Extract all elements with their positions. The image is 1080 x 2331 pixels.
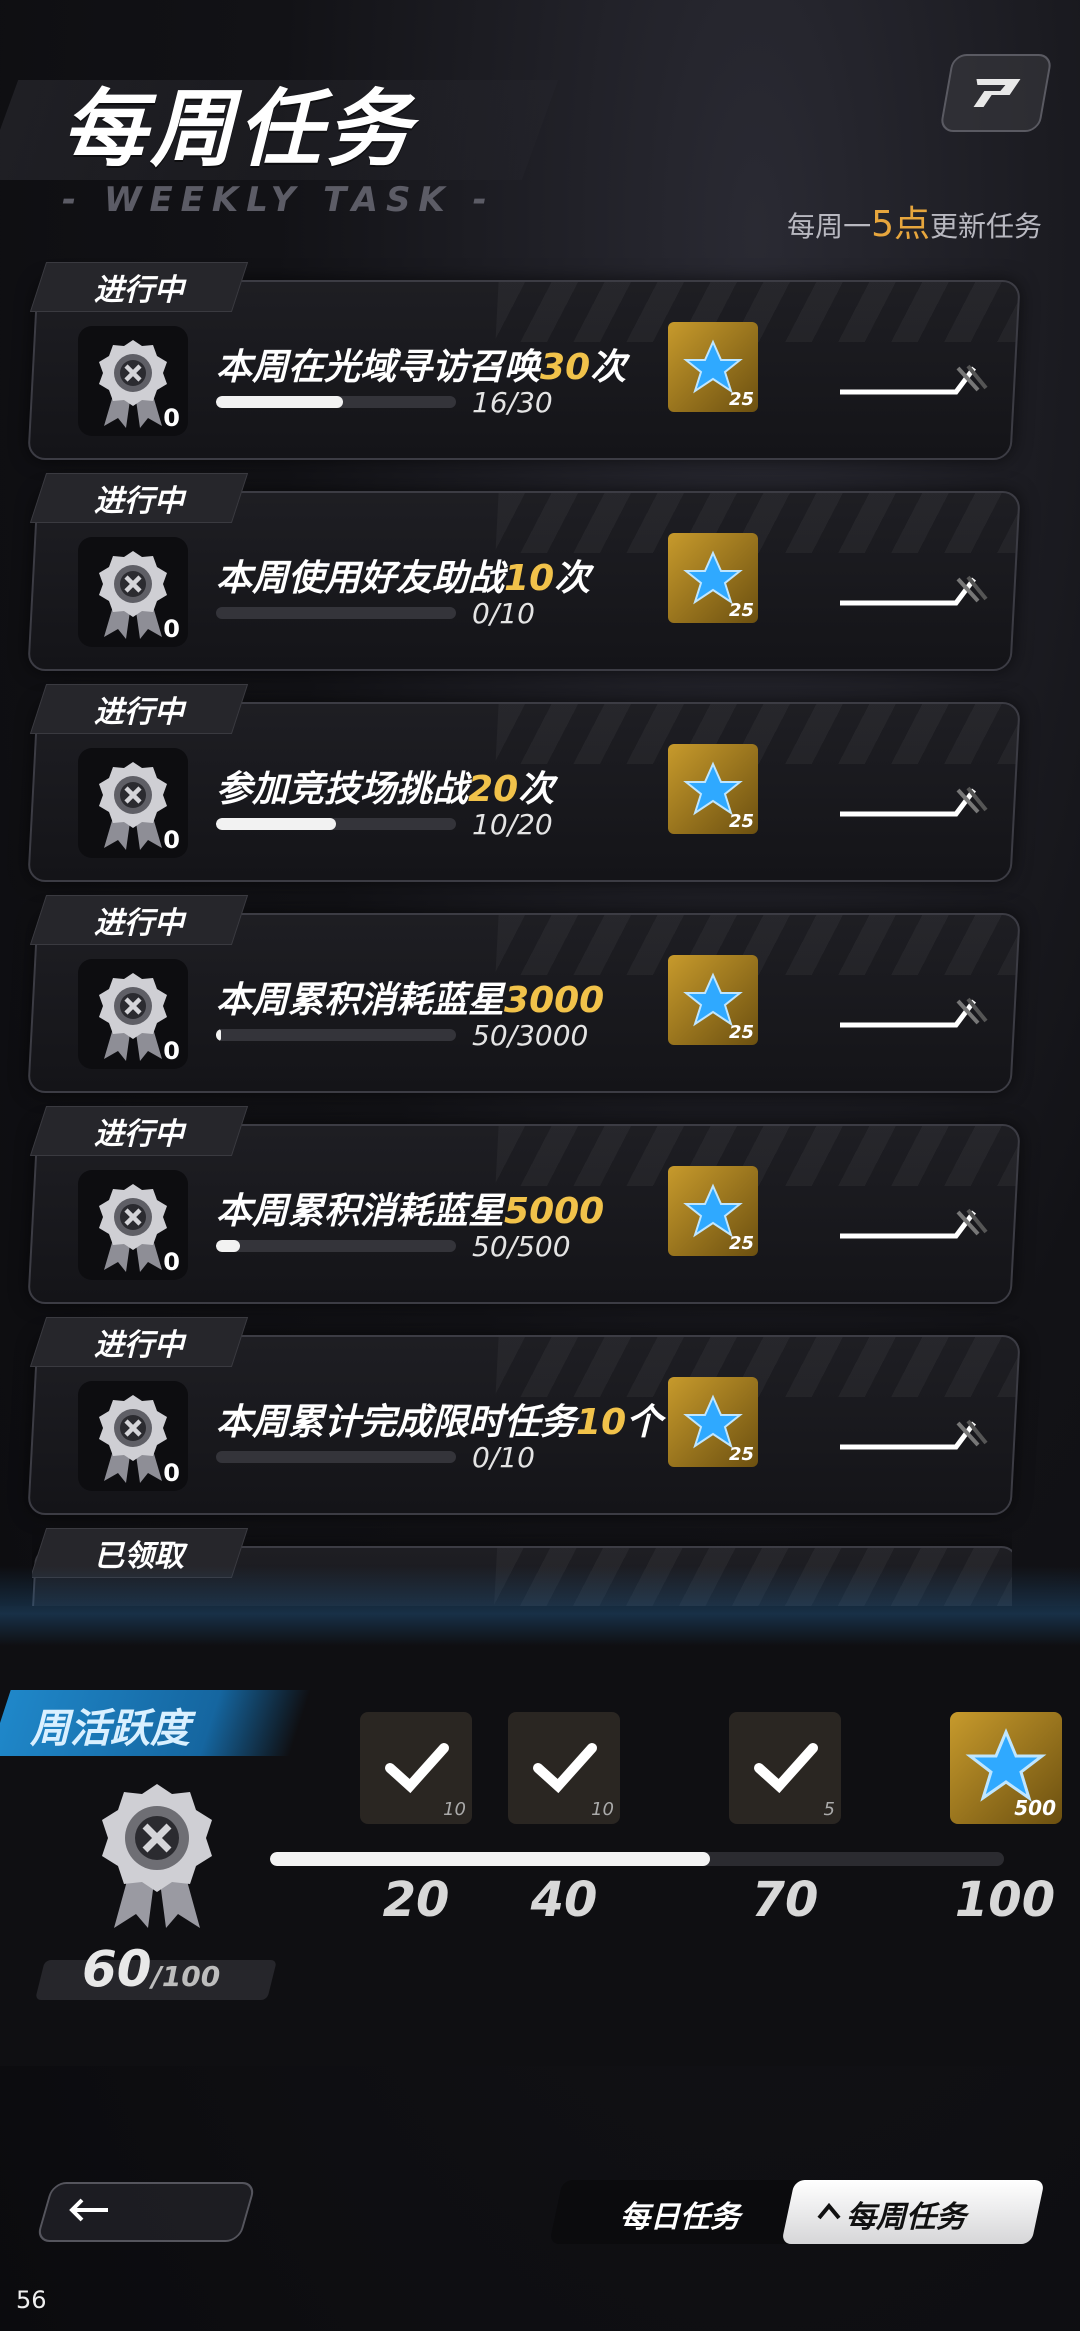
- task-badge: 0: [78, 1381, 188, 1491]
- task-card: 进行中 0 本周使用好友助战10次 0/10 25: [27, 473, 1021, 671]
- task-reward[interactable]: 25: [668, 1166, 758, 1256]
- milestone-reward[interactable]: 10: [508, 1712, 620, 1824]
- activity-title: 周活跃度: [30, 1706, 190, 1752]
- task-progress-text: 50/500: [472, 1230, 571, 1263]
- task-progress-bar: [216, 1240, 456, 1252]
- task-progress-text: 16/30: [472, 386, 553, 419]
- fps-counter: 56: [16, 2286, 47, 2314]
- go-arrow-icon[interactable]: [838, 569, 988, 609]
- reward-count: 25: [728, 1444, 754, 1465]
- task-count: 0: [163, 826, 180, 854]
- page-title: 每周任务: [62, 80, 415, 178]
- reward-count: 25: [728, 1233, 754, 1254]
- go-arrow-icon[interactable]: [838, 1413, 988, 1453]
- task-reward[interactable]: 25: [668, 533, 758, 623]
- activity-score: 60/100: [82, 1940, 221, 1998]
- milestone-reward[interactable]: 500: [950, 1712, 1062, 1824]
- task-progress-text: 0/10: [472, 597, 535, 630]
- task-card: 进行中 0 本周累积消耗蓝星3000 50/3000 25: [27, 895, 1021, 1093]
- task-card: 进行中 0 本周累计完成限时任务10个 0/10 25: [27, 1317, 1021, 1515]
- reward-count: 25: [728, 600, 754, 621]
- game-logo-button[interactable]: [939, 54, 1053, 132]
- task-card: 进行中 0 本周在光域寻访召唤30次 16/30 25: [27, 262, 1021, 460]
- task-name: 本周累积消耗蓝星5000: [216, 1191, 605, 1232]
- back-arrow-icon: [69, 2198, 108, 2222]
- task-card: 进行中 0 参加竞技场挑战20次 10/20 25: [27, 684, 1021, 882]
- task-badge: 0: [78, 537, 188, 647]
- status-label: 进行中: [94, 273, 184, 308]
- milestone-reward[interactable]: 10: [360, 1712, 472, 1824]
- task-count: 0: [163, 404, 180, 432]
- task-count: 0: [163, 1248, 180, 1276]
- task-name: 本周累积消耗蓝星3000: [216, 980, 605, 1021]
- task-name: 参加竞技场挑战20次: [216, 769, 555, 810]
- reward-count: 25: [728, 389, 754, 410]
- task-reward[interactable]: 25: [668, 322, 758, 412]
- task-progress-text: 0/10: [472, 1441, 535, 1474]
- task-count: 0: [163, 615, 180, 643]
- task-progress-bar: [216, 1451, 456, 1463]
- go-arrow-icon[interactable]: [838, 358, 988, 398]
- tab-weekly[interactable]: 每周任务: [846, 2192, 966, 2236]
- status-label: 进行中: [94, 906, 184, 941]
- tab-bar: 每日任务 每周任务: [549, 2180, 1045, 2244]
- milestone-reward[interactable]: 5: [729, 1712, 841, 1824]
- task-badge: 0: [78, 959, 188, 1069]
- page-subtitle: - WEEKLY TASK -: [62, 180, 495, 220]
- task-progress-bar: [216, 396, 456, 408]
- task-progress-text: 50/3000: [472, 1019, 589, 1052]
- reward-count: 25: [728, 811, 754, 832]
- task-name: 本周在光域寻访召唤30次: [216, 347, 627, 388]
- task-name: 本周使用好友助战10次: [216, 558, 591, 599]
- task-progress-bar: [216, 818, 456, 830]
- task-progress-text: 10/20: [472, 808, 553, 841]
- task-card: 进行中 0 本周累积消耗蓝星5000 50/500 25: [27, 1106, 1021, 1304]
- go-arrow-icon[interactable]: [838, 780, 988, 820]
- reward-count: 25: [728, 1022, 754, 1043]
- task-badge: 0: [78, 1170, 188, 1280]
- task-reward[interactable]: 25: [668, 1377, 758, 1467]
- milestone-label: 20: [382, 1872, 450, 1928]
- chevron-up-icon: [817, 2202, 841, 2220]
- task-reward[interactable]: 25: [668, 955, 758, 1045]
- milestone-label: 40: [530, 1872, 598, 1928]
- milestone-label: 70: [751, 1872, 819, 1928]
- refresh-note: 每周一5点更新任务: [787, 204, 1042, 245]
- tab-daily[interactable]: 每日任务: [620, 2192, 740, 2236]
- task-badge: 0: [78, 326, 188, 436]
- task-count: 0: [163, 1459, 180, 1487]
- milestone-label: 100: [954, 1872, 1056, 1928]
- logo-icon: [973, 79, 1021, 107]
- status-label: 进行中: [94, 1117, 184, 1152]
- go-arrow-icon[interactable]: [838, 991, 988, 1031]
- task-badge: 0: [78, 748, 188, 858]
- activity-medal-icon: [102, 1784, 212, 1928]
- task-reward[interactable]: 25: [668, 744, 758, 834]
- status-label: 进行中: [94, 484, 184, 519]
- status-label: 进行中: [94, 695, 184, 730]
- status-label: 进行中: [94, 1328, 184, 1363]
- go-arrow-icon[interactable]: [838, 1202, 988, 1242]
- task-progress-bar: [216, 1029, 456, 1041]
- task-count: 0: [163, 1037, 180, 1065]
- task-name: 本周累计完成限时任务10个: [216, 1402, 663, 1443]
- activity-progress-bar: [270, 1852, 1004, 1866]
- task-progress-bar: [216, 607, 456, 619]
